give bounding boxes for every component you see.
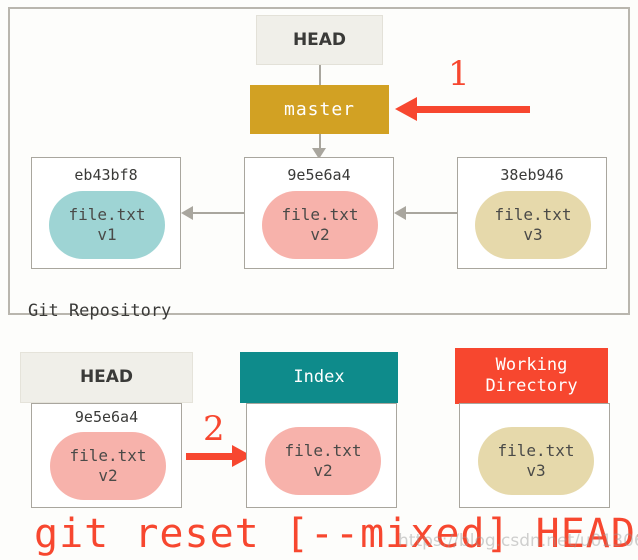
area-header-head-label: HEAD xyxy=(79,367,134,387)
area-header-head: HEAD xyxy=(20,352,193,403)
area-index-blob-filename: file.txt xyxy=(284,441,362,460)
blob-file-v1: file.txt v1 xyxy=(49,191,165,259)
blob-version-v1: v1 xyxy=(97,225,117,244)
parent-link-v2-to-v1-arrowhead xyxy=(181,206,193,220)
area-wd-blob-version: v3 xyxy=(526,461,546,480)
area-body-head: 9e5e6a4 file.txt v2 xyxy=(31,403,182,508)
area-header-wd-label-line2: Directory xyxy=(485,376,578,396)
parent-link-v2-to-v1 xyxy=(193,212,244,214)
parent-link-v3-to-v2 xyxy=(406,212,457,214)
annotation-1-arrow-shaft xyxy=(417,106,530,113)
area-wd-blob: file.txt v3 xyxy=(478,427,594,495)
git-reset-diagram: Git Repository HEAD master 1 eb43bf8 fil… xyxy=(0,0,638,560)
master-branch-label: master xyxy=(283,99,356,120)
blob-filename-v2: file.txt xyxy=(281,205,359,224)
annotation-1-arrow-head xyxy=(395,97,417,121)
area-head-blob: file.txt v2 xyxy=(50,432,166,500)
parent-link-v3-to-v2-arrowhead xyxy=(394,206,406,220)
head-pointer-label: HEAD xyxy=(292,30,347,50)
commit-hash-38eb946: 38eb946 xyxy=(500,166,564,184)
master-branch-box: master xyxy=(250,85,389,134)
blob-filename-v3: file.txt xyxy=(494,205,572,224)
commit-hash-9e5e6a4: 9e5e6a4 xyxy=(287,166,351,184)
area-header-index: Index xyxy=(240,352,398,403)
blob-filename-v1: file.txt xyxy=(68,205,146,224)
area-head-hash: 9e5e6a4 xyxy=(74,408,139,426)
area-index-blob: file.txt v2 xyxy=(265,427,381,495)
annotation-2-number: 2 xyxy=(203,409,225,449)
blob-version-v3: v3 xyxy=(523,225,543,244)
annotation-2-arrow-shaft xyxy=(186,453,234,460)
area-wd-blob-filename: file.txt xyxy=(497,441,575,460)
blob-file-v2: file.txt v2 xyxy=(262,191,378,259)
blob-version-v2: v2 xyxy=(310,225,330,244)
area-header-wd-label-line1: Working xyxy=(495,355,568,375)
commit-box-38eb946: 38eb946 file.txt v3 xyxy=(457,157,607,269)
git-repository-label: Git Repository xyxy=(28,301,172,321)
commit-box-9e5e6a4: 9e5e6a4 file.txt v2 xyxy=(244,157,394,269)
area-body-working-directory: file.txt v3 xyxy=(459,403,610,508)
head-pointer-box: HEAD xyxy=(256,15,383,65)
area-head-blob-version: v2 xyxy=(98,466,118,485)
head-to-master-connector xyxy=(319,65,321,85)
annotation-1-number: 1 xyxy=(448,54,470,94)
area-head-blob-filename: file.txt xyxy=(69,446,147,465)
area-header-working-directory: Working Directory xyxy=(455,348,608,404)
area-index-blob-version: v2 xyxy=(313,461,333,480)
area-body-index: file.txt v2 xyxy=(246,403,397,508)
command-caption: git reset [--mixed] HEAD~ xyxy=(34,511,638,557)
blob-file-v3: file.txt v3 xyxy=(475,191,591,259)
commit-box-eb43bf8: eb43bf8 file.txt v1 xyxy=(31,157,181,269)
area-header-index-label: Index xyxy=(293,367,345,387)
commit-hash-eb43bf8: eb43bf8 xyxy=(74,166,138,184)
